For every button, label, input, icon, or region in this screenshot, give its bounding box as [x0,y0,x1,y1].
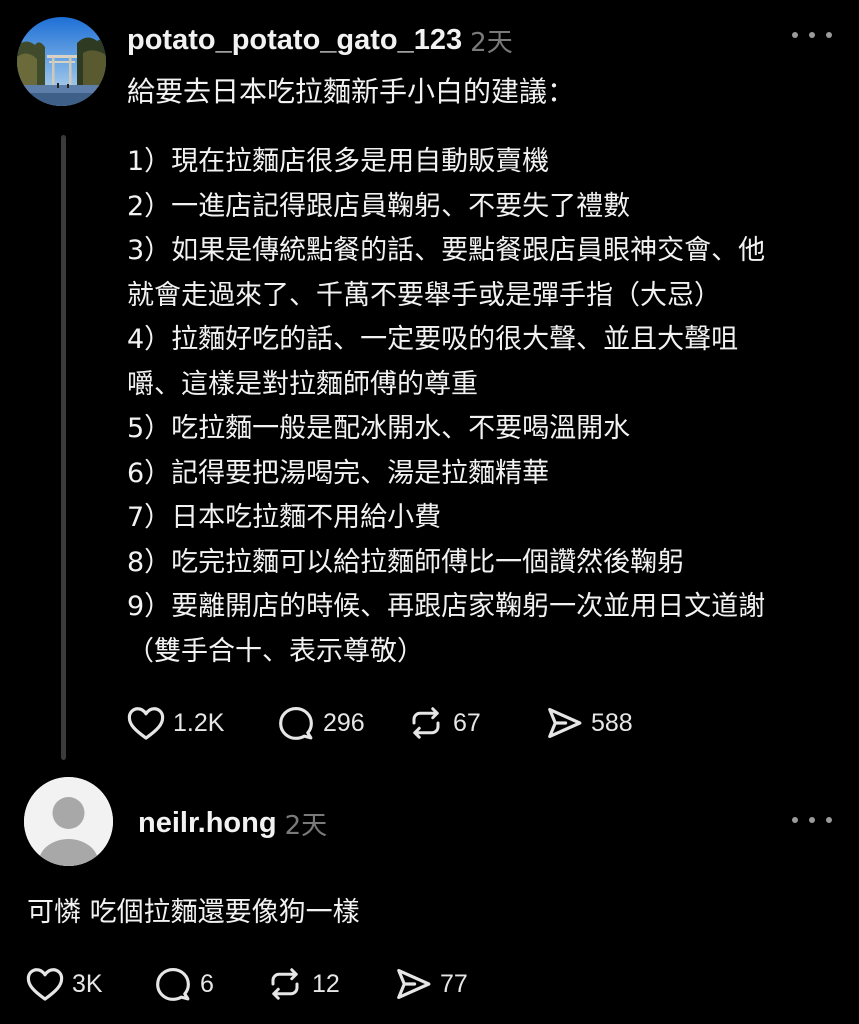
post-actions: 3K 6 12 77 [26,966,468,1002]
avatar[interactable] [24,777,113,866]
post-line: 5）吃拉麵一般是配冰開水、不要喝溫開水 [127,413,631,444]
comment-button[interactable]: 296 [277,705,407,741]
username[interactable]: potato_potato_gato_123 [127,24,462,57]
post-actions: 1.2K 296 67 588 [127,705,633,741]
comment-bubble-icon [156,968,190,1001]
like-count: 3K [72,969,103,998]
repost-icon [271,968,299,1000]
post-line: 6）記得要把湯喝完、湯是拉麵精華 [127,457,550,489]
post-line: 4）拉麵好吃的話、一定要吸的很大聲、並且大聲咀 [127,324,739,355]
post-intro: 給要去日本吃拉麵新手小白的建議： [127,75,576,108]
post-line: 7）日本吃拉麵不用給小費 [127,502,442,533]
share-count: 77 [440,969,468,998]
heart-icon [127,707,165,740]
thread-line [61,135,66,760]
repost-button[interactable]: 12 [266,966,394,1002]
send-icon [397,968,431,1000]
comment-count: 296 [323,708,365,737]
post-line: 9）要離開店的時候、再跟店家鞠躬一次並用日文道謝 [127,591,766,622]
post-line: 8）吃完拉麵可以給拉麵師傅比一個讚然後鞠躬 [127,546,685,578]
post-line: 3）如果是傳統點餐的話、要點餐跟店員眼神交會、他 [127,235,766,266]
post-line: 1）現在拉麵店很多是用自動販賣機 [127,146,550,177]
comment-bubble-icon [279,707,313,740]
post-line: （雙手合十、表示尊敬） [127,635,424,667]
avatar[interactable] [17,17,106,106]
post-line: 2）一進店記得跟店員鞠躬、不要失了禮數 [127,190,631,222]
repost-count: 12 [312,969,340,998]
like-count: 1.2K [173,708,225,737]
send-icon [548,707,582,739]
more-options-button[interactable] [792,23,832,47]
more-horizontal-icon [792,817,798,823]
post-body: 1）現在拉麵店很多是用自動販賣機 2）一進店記得跟店員鞠躬、不要失了禮數 3）如… [127,140,827,674]
repost-button[interactable]: 67 [407,705,545,741]
more-horizontal-icon [792,32,798,38]
repost-count: 67 [453,708,481,737]
share-button[interactable]: 588 [545,705,633,741]
avatar-photo [17,17,106,106]
share-count: 588 [591,708,633,737]
default-avatar-icon [24,777,113,866]
like-button[interactable]: 1.2K [127,705,277,741]
heart-icon [26,968,64,1001]
comment-count: 6 [200,969,214,998]
username[interactable]: neilr.hong [138,807,277,840]
post-header: potato_potato_gato_123 2天 [127,18,513,62]
post-line: 就會走過來了、千萬不要舉手或是彈手指（大忌） [127,279,721,311]
timestamp: 2天 [470,27,513,58]
repost-icon [412,707,440,739]
like-button[interactable]: 3K [26,966,154,1002]
share-button[interactable]: 77 [394,966,468,1002]
threads-page: potato_potato_gato_123 2天 給要去日本吃拉麵新手小白的建… [0,0,859,1024]
post-line: 嚼、這樣是對拉麵師傅的尊重 [127,368,478,400]
comment-button[interactable]: 6 [154,966,266,1002]
post-body: 可憐 吃個拉麵還要像狗一樣 [27,897,360,928]
more-options-button[interactable] [792,808,832,832]
post-header: neilr.hong 2天 [138,801,327,845]
timestamp: 2天 [284,810,328,841]
